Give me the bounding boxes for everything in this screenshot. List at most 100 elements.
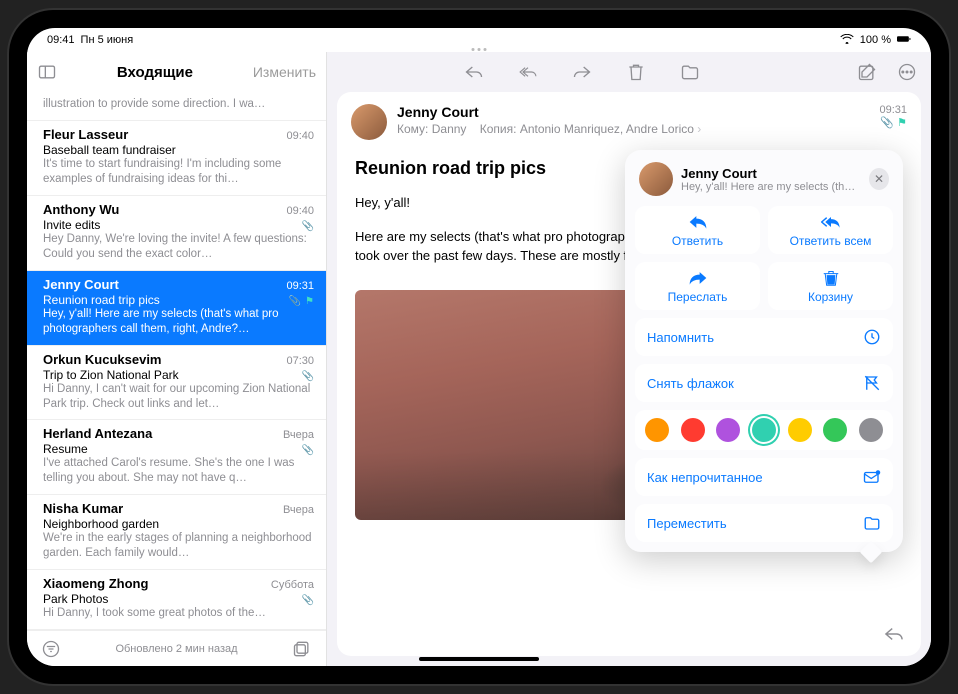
message-preview: Hi Danny, I can't wait for our upcoming …: [43, 382, 314, 412]
wifi-icon: [840, 34, 854, 47]
mailboxes-icon[interactable]: [292, 639, 312, 659]
message-preview: illustration to provide some direction. …: [43, 97, 314, 112]
battery-text: 100 %: [860, 34, 891, 46]
message-time: Вчера: [283, 429, 314, 441]
mark-unread-label: Как непрочитанное: [647, 470, 763, 485]
message-time: 07:30: [286, 355, 314, 367]
message-time: Вчера: [283, 504, 314, 516]
cc-names[interactable]: Antonio Manriquez, Andre Lorico: [520, 122, 694, 136]
message-item[interactable]: Xiaomeng Zhong Суббота Park Photos 📎 Hi …: [27, 570, 326, 630]
reply-all-button-label: Ответить всем: [790, 234, 872, 248]
attachment-icon: 📎: [302, 371, 314, 382]
compose-icon[interactable]: [857, 62, 877, 82]
message-sender: Orkun Kucuksevim: [43, 352, 162, 367]
message-time: 09:31: [286, 280, 314, 292]
battery-icon: [897, 34, 911, 47]
forward-button-label: Переслать: [668, 290, 728, 304]
ipad-frame: 09:41 Пн 5 июня 100 %: [9, 10, 949, 684]
chevron-right-icon[interactable]: ›: [697, 122, 701, 136]
popover-sender: Jenny Court: [681, 166, 861, 181]
flag-color-dot[interactable]: [716, 418, 740, 442]
mail-content-pane: Jenny Court Кому: Danny Копия: Antonio M…: [327, 52, 931, 666]
home-indicator[interactable]: [419, 657, 539, 661]
mail-time: 09:31: [879, 104, 907, 116]
message-sender: Fleur Lasseur: [43, 127, 128, 142]
cc-label: Копия:: [480, 122, 517, 136]
reply-all-button[interactable]: Ответить всем: [768, 206, 893, 254]
move-row[interactable]: Переместить: [635, 504, 893, 542]
trash-button[interactable]: Корзину: [768, 262, 893, 310]
message-time: Суббота: [271, 579, 314, 591]
message-subject: Invite edits: [43, 218, 100, 232]
inbox-sidebar: Входящие Изменить illustration to provid…: [27, 52, 327, 666]
forward-icon[interactable]: [572, 62, 592, 82]
attachment-icon: 📎: [302, 221, 314, 232]
reply-button[interactable]: Ответить: [635, 206, 760, 254]
message-item[interactable]: Orkun Kucuksevim 07:30 Trip to Zion Nati…: [27, 346, 326, 421]
remind-row[interactable]: Напомнить: [635, 318, 893, 356]
message-item[interactable]: Jenny Court 09:31 Reunion road trip pics…: [27, 271, 326, 346]
message-time: 09:40: [286, 205, 314, 217]
unflag-row[interactable]: Снять флажок: [635, 364, 893, 402]
message-item[interactable]: illustration to provide some direction. …: [27, 92, 326, 121]
sender-avatar[interactable]: [351, 104, 387, 140]
forward-button[interactable]: Переслать: [635, 262, 760, 310]
reply-corner-icon[interactable]: [883, 625, 905, 648]
attachment-icon: 📎: [302, 445, 314, 456]
clock-icon: [863, 328, 881, 346]
message-sender: Xiaomeng Zhong: [43, 576, 148, 591]
remind-label: Напомнить: [647, 330, 714, 345]
message-item[interactable]: Nisha Kumar Вчера Neighborhood garden We…: [27, 495, 326, 570]
reply-button-label: Ответить: [672, 234, 723, 248]
message-time: 09:40: [286, 130, 314, 142]
trash-icon[interactable]: [626, 62, 646, 82]
message-item[interactable]: Anthony Wu 09:40 Invite edits 📎 Hey Dann…: [27, 196, 326, 271]
sidebar-toggle-icon[interactable]: [37, 62, 57, 82]
unflag-label: Снять флажок: [647, 376, 734, 391]
message-preview: Hey Danny, We're loving the invite! A fe…: [43, 232, 314, 262]
message-item[interactable]: Herland Antezana Вчера Resume 📎 I've att…: [27, 420, 326, 495]
flag-icon: ⚑: [897, 117, 907, 129]
message-subject: Park Photos: [43, 592, 108, 606]
message-preview: I've attached Carol's resume. She's the …: [43, 456, 314, 486]
mail-from[interactable]: Jenny Court: [397, 104, 869, 120]
message-preview: We're in the early stages of planning a …: [43, 531, 314, 561]
reply-icon[interactable]: [464, 62, 484, 82]
flag-color-dot[interactable]: [645, 418, 669, 442]
flag-color-dot[interactable]: [823, 418, 847, 442]
more-icon[interactable]: [897, 62, 917, 82]
flag-color-dot[interactable]: [752, 418, 776, 442]
attachment-icon: 📎: [302, 595, 314, 606]
close-icon[interactable]: ✕: [869, 168, 889, 190]
message-sender: Anthony Wu: [43, 202, 119, 217]
multitasking-dots-icon[interactable]: [472, 48, 487, 51]
edit-button[interactable]: Изменить: [253, 64, 316, 80]
flag-color-row: [635, 410, 893, 450]
flag-color-dot[interactable]: [859, 418, 883, 442]
mark-unread-row[interactable]: Как непрочитанное: [635, 458, 893, 496]
updated-label: Обновлено 2 мин назад: [61, 643, 292, 655]
move-label: Переместить: [647, 516, 727, 531]
message-subject: Resume: [43, 442, 88, 456]
message-preview: It's time to start fundraising! I'm incl…: [43, 157, 314, 187]
message-subject: Reunion road trip pics: [43, 293, 160, 307]
popover-avatar: [639, 162, 673, 196]
flag-color-dot[interactable]: [681, 418, 705, 442]
folder-icon: [863, 514, 881, 532]
inbox-title: Входящие: [57, 64, 253, 81]
to-label: Кому:: [397, 122, 428, 136]
flag-color-dot[interactable]: [788, 418, 812, 442]
move-folder-icon[interactable]: [680, 62, 700, 82]
trash-button-label: Корзину: [808, 290, 853, 304]
message-item[interactable]: Fleur Lasseur 09:40 Baseball team fundra…: [27, 121, 326, 196]
popover-preview: Hey, y'all! Here are my selects (that's…: [681, 181, 861, 193]
attachment-icon: 📎⚑: [289, 296, 314, 307]
to-name[interactable]: Danny: [432, 122, 467, 136]
mail-card: Jenny Court Кому: Danny Копия: Antonio M…: [337, 92, 921, 656]
reply-all-icon[interactable]: [518, 62, 538, 82]
unflag-icon: [863, 374, 881, 392]
message-list[interactable]: illustration to provide some direction. …: [27, 92, 326, 630]
status-time: 09:41: [47, 34, 75, 46]
message-sender: Herland Antezana: [43, 426, 152, 441]
filter-icon[interactable]: [41, 639, 61, 659]
